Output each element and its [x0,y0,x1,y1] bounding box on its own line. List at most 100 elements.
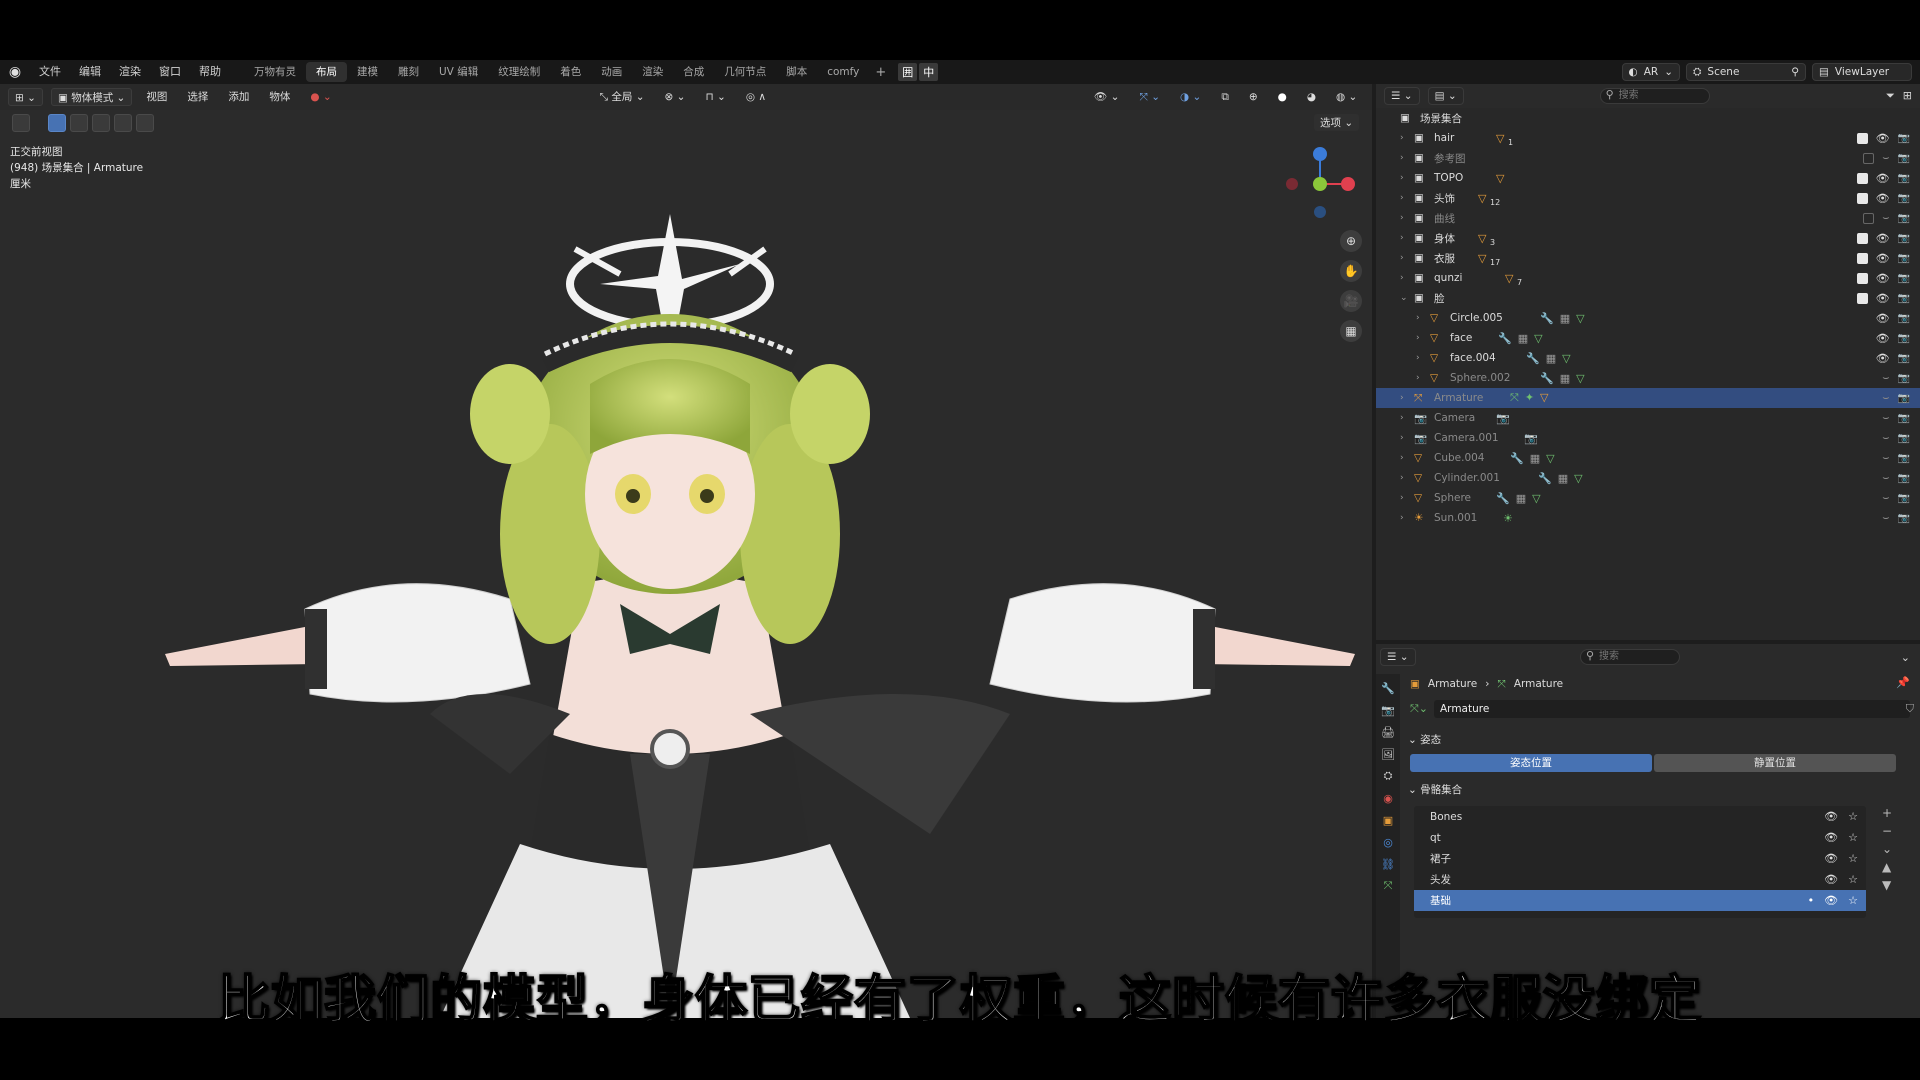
light-data-icon[interactable]: ☀ [1503,512,1513,525]
chevron-down-icon[interactable]: ⌄ [1901,651,1910,664]
solo-star-icon[interactable]: ☆ [1848,852,1858,865]
render-camera-icon[interactable]: 📷 [1898,473,1910,484]
exclude-checkbox[interactable] [1856,192,1868,204]
outliner-row[interactable]: › ▣ 参考图 ⌣ 📷 [1376,148,1920,168]
render-camera-icon[interactable]: 📷 [1898,493,1910,504]
render-camera-icon[interactable]: 📷 [1898,253,1910,264]
chevron-down-icon[interactable]: ⌄ [1400,293,1410,303]
eye-open-icon[interactable]: 👁 [1876,272,1890,285]
object-tab-icon[interactable]: ▣ [1380,812,1396,828]
eye-open-icon[interactable]: 👁 [1876,132,1890,145]
outliner-row[interactable]: › ▽ face.004 🔧 ▦ ▽ 👁 📷 [1376,348,1920,368]
engine-selector[interactable]: ◐ AR ⌄ [1621,63,1680,81]
shading-material-icon[interactable]: ◕ [1301,88,1322,106]
vertex-group-icon[interactable]: ▦ [1558,472,1568,485]
rest-position-button[interactable]: 静置位置 [1654,754,1896,772]
snap-icon[interactable]: ⊓ ⌄ [699,88,731,106]
vertex-group-icon[interactable]: ▦ [1560,312,1570,325]
armature-data-icon[interactable]: ⤧ [1510,391,1519,405]
shading-solid-icon[interactable]: ● [1272,88,1293,106]
vertex-group-icon[interactable]: ▦ [1518,332,1528,345]
view-layer-field[interactable]: ▤ ViewLayer [1812,63,1912,81]
modifier-wrench-icon[interactable]: 🔧 [1540,312,1554,325]
eye-open-icon[interactable]: 👁 [1876,232,1890,245]
fake-user-shield-icon[interactable]: ⛉ [1906,702,1914,716]
mesh-data-icon[interactable]: ▽ [1574,472,1582,485]
exclude-checkbox[interactable] [1856,272,1868,284]
tab-rendering[interactable]: 渲染 [632,62,673,82]
editor-type-button[interactable]: ⊞ ⌄ [8,88,43,106]
bone-collection-row[interactable]: 头发 👁 ☆ [1414,869,1866,890]
render-camera-icon[interactable]: 📷 [1898,393,1910,404]
chevron-right-icon[interactable]: › [1400,453,1410,463]
pin-icon[interactable]: 📌 [1896,676,1910,689]
menu-window[interactable]: 窗口 [150,60,190,84]
pivot-icon[interactable]: ⊗ ⌄ [659,88,692,106]
eye-closed-icon[interactable]: ⌣ [1882,391,1889,405]
specials-menu-icon[interactable]: ⌄ [1882,842,1892,856]
chevron-right-icon[interactable]: › [1400,513,1410,523]
tab-texture-paint[interactable]: 纹理绘制 [488,62,550,82]
chevron-right-icon[interactable]: › [1400,253,1410,263]
outliner-editor-type-button[interactable]: ☰ ⌄ [1384,87,1420,105]
remove-icon[interactable]: − [1882,824,1892,838]
object-color-icon[interactable]: ● ⌄ [304,88,337,106]
eye-open-icon[interactable]: 👁 [1824,852,1838,865]
chevron-right-icon[interactable]: › [1400,493,1410,503]
blender-logo-icon[interactable]: ◉ [0,60,30,84]
outliner-row[interactable]: ⌄ ▣ 脸 👁 📷 [1376,288,1920,308]
eye-open-icon[interactable]: 👁 [1876,252,1890,265]
solo-star-icon[interactable]: ☆ [1848,873,1858,886]
eye-closed-icon[interactable]: ⌣ [1882,511,1889,525]
chevron-right-icon[interactable]: › [1400,213,1410,223]
tab-shading[interactable]: 着色 [550,62,591,82]
eye-closed-icon[interactable]: ⌣ [1882,491,1889,505]
solo-star-icon[interactable]: ☆ [1848,810,1858,823]
physics-tab-icon[interactable]: ◎ [1380,834,1396,850]
world-tab-icon[interactable]: ◉ [1380,790,1396,806]
modifier-wrench-icon[interactable]: 🔧 [1498,332,1512,345]
mode-selector[interactable]: ▣ 物体模式 ⌄ [50,88,133,106]
chevron-right-icon[interactable]: › [1400,153,1410,163]
options-dropdown[interactable]: 选项 ⌄ [1314,114,1360,131]
eye-closed-icon[interactable]: ⌣ [1882,371,1889,385]
scene-field[interactable]: ⛭ Scene ⚲ [1686,63,1806,81]
shading-rendered-icon[interactable]: ◍ ⌄ [1330,88,1363,106]
menu-file[interactable]: 文件 [30,60,70,84]
tool-tab-icon[interactable]: 🔧 [1380,680,1396,696]
outliner-row[interactable]: › ▣ 身体 ▽ 3 👁 📷 [1376,228,1920,248]
render-tab-icon[interactable]: 📷 [1380,702,1396,718]
outliner-row[interactable]: › ▽ Cylinder.001 🔧 ▦ ▽ ⌣ 📷 [1376,468,1920,488]
properties-editor-type-button[interactable]: ☰ ⌄ [1380,648,1416,666]
camera-view-icon[interactable]: 🎥 [1340,290,1362,312]
visibility-icon[interactable]: 👁 ⌄ [1088,88,1125,106]
shading-wireframe-icon[interactable]: ⊕ [1243,88,1264,106]
navigation-gizmo[interactable] [1280,144,1360,224]
outliner-row[interactable]: › ▽ Sphere.002 🔧 ▦ ▽ ⌣ 📷 [1376,368,1920,388]
chevron-right-icon[interactable]: › [1400,233,1410,243]
modifier-wrench-icon[interactable]: 🔧 [1538,472,1552,485]
outliner-row[interactable]: › ▽ Circle.005 🔧 ▦ ▽ 👁 📷 [1376,308,1920,328]
view-layer-tab-icon[interactable]: 🖼 [1380,746,1396,762]
properties-search-input[interactable]: 搜索 [1580,649,1680,665]
eye-closed-icon[interactable]: ⌣ [1882,451,1889,465]
constraints-tab-icon[interactable]: ⛓ [1380,856,1396,872]
exclude-checkbox[interactable] [1856,252,1868,264]
outliner-row[interactable]: › ▽ Sphere 🔧 ▦ ▽ ⌣ 📷 [1376,488,1920,508]
tab-comfy[interactable]: comfy [817,62,869,82]
menu-view[interactable]: 视图 [140,88,173,106]
tab-modeling[interactable]: 建模 [347,62,388,82]
scene-tab-icon[interactable]: ⛭ [1380,768,1396,784]
new-collection-icon[interactable]: ⊞ [1903,89,1912,103]
display-mode-button[interactable]: ▤ ⌄ [1427,87,1464,105]
render-camera-icon[interactable]: 📷 [1898,133,1910,144]
eye-open-icon[interactable]: 👁 [1876,192,1890,205]
render-camera-icon[interactable]: 📷 [1898,353,1910,364]
exclude-checkbox[interactable] [1856,292,1868,304]
overlay-toggle-icon[interactable]: ◑ ⌄ [1174,88,1207,106]
vertex-group-icon[interactable]: ▦ [1546,352,1556,365]
output-tab-icon[interactable]: 🖨 [1380,724,1396,740]
pose-section-header[interactable]: ⌄ 姿态 [1408,732,1441,747]
chevron-right-icon[interactable]: › [1400,433,1410,443]
mesh-data-icon[interactable]: ▽ [1546,452,1554,465]
